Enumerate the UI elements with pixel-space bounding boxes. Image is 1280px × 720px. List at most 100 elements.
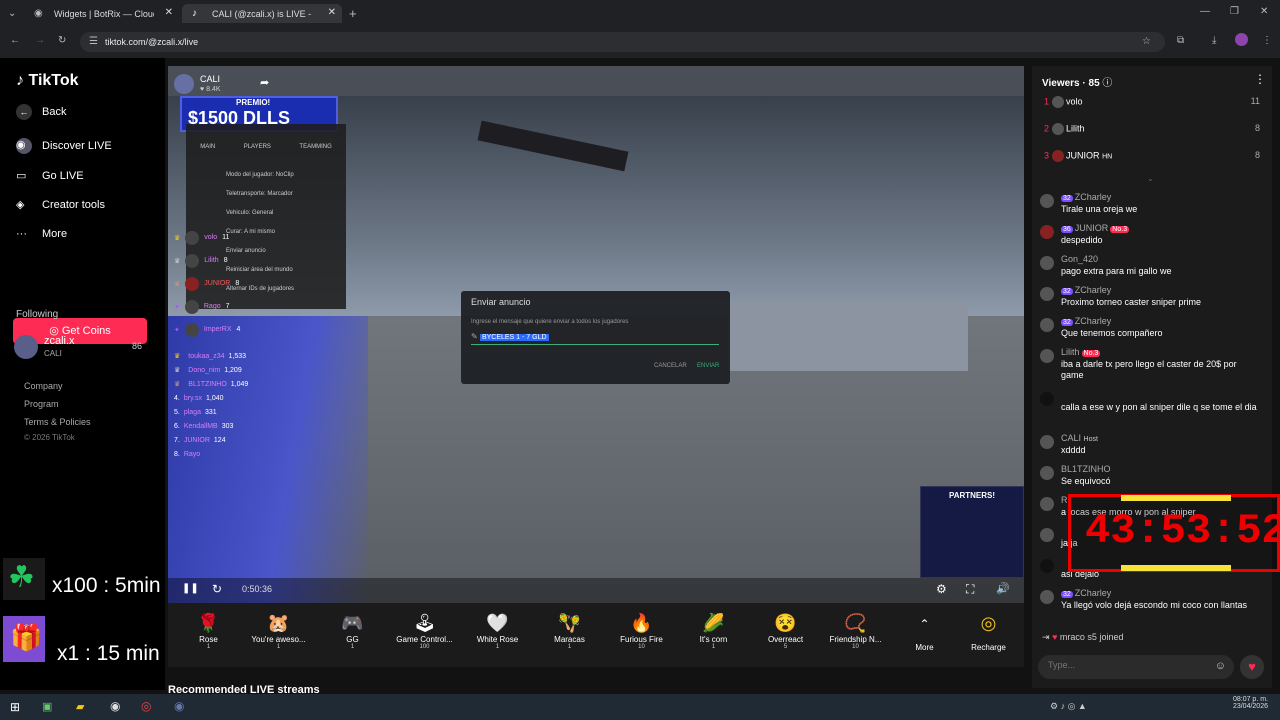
elapsed-time: 0:50:36 xyxy=(242,584,273,594)
download-icon[interactable]: ⤓ xyxy=(1212,35,1216,46)
panel-tab-players[interactable]: PLAYERS xyxy=(244,144,271,150)
leader-row: ♛ BL1TZINHO 1,049 xyxy=(174,380,249,389)
more-options-icon[interactable]: ⋮ xyxy=(1254,72,1266,86)
nav-go-live[interactable]: ▭ Go LIVE xyxy=(16,169,84,183)
like-heart-button[interactable]: ♥ xyxy=(1240,655,1264,679)
tiktok-favicon-icon: ♪ xyxy=(192,8,197,19)
clock[interactable]: 08:07 p. m. 23/04/2026 xyxy=(1228,696,1268,710)
chat-input[interactable]: ☺ xyxy=(1038,655,1234,679)
file-explorer-icon[interactable]: ▰ xyxy=(76,700,84,713)
system-tray-icons[interactable]: ⚙ ♪ ◎ ▲ xyxy=(1050,701,1087,712)
cancel-button[interactable]: CANCELAR xyxy=(654,363,687,369)
obs-icon[interactable]: ◉ xyxy=(174,699,184,713)
arrow-left-icon: ← xyxy=(16,104,32,120)
maximize-icon[interactable]: ❐ xyxy=(1230,6,1239,17)
minimize-icon[interactable]: — xyxy=(1200,6,1210,17)
gift-item[interactable]: 🐹 You're aweso... 1 xyxy=(246,613,311,650)
maracas-icon: 🪇 xyxy=(558,613,581,633)
site-info-icon[interactable]: ☰ xyxy=(89,32,98,52)
footer-copyright: © 2026 TikTok xyxy=(24,433,75,442)
gift-item[interactable]: 🌹 Rose 1 xyxy=(176,613,241,650)
close-tab-icon[interactable]: ✕ xyxy=(165,7,173,18)
recharge-button[interactable]: ◎ Recharge xyxy=(956,613,1021,652)
gift-box-icon: 🎁 xyxy=(3,616,45,662)
tiktok-logo-icon: ♪ xyxy=(16,72,24,89)
collapse-chevron-icon[interactable]: ⌄ xyxy=(1147,174,1154,183)
corn-icon: 🌽 xyxy=(702,613,725,633)
gift-item[interactable]: 🤍 White Rose 1 xyxy=(465,613,530,650)
gift-item[interactable]: 🌽 It's corn 1 xyxy=(681,613,746,650)
host-info[interactable]: CALI ♥ 8.4K xyxy=(172,72,272,98)
pause-icon[interactable]: ❚❚ xyxy=(182,583,199,594)
top-viewer-row[interactable]: 2 Lilith 8 xyxy=(1044,123,1260,137)
footer-company[interactable]: Company xyxy=(24,381,63,391)
clover-gift-icon: ☘ xyxy=(3,558,45,600)
browser-tab-active[interactable]: ♪ CALI (@zcali.x) is LIVE - Tik ✕ xyxy=(182,4,342,23)
panel-item[interactable]: Vehiculo: General xyxy=(226,204,294,223)
viewers-header[interactable]: Viewers · 85 ⓘ xyxy=(1042,74,1112,89)
leader-row: 5. plaga 331 xyxy=(174,408,217,416)
following-item[interactable]: zcali.x CALI 86 xyxy=(14,335,154,361)
tab-list-icon[interactable]: ⌄ xyxy=(8,8,16,19)
gift-item[interactable]: 🔥 Furious Fire 10 xyxy=(609,613,674,650)
nav-discover-live[interactable]: ◉ Discover LIVE xyxy=(16,138,112,154)
fullscreen-icon[interactable]: ⛶ xyxy=(966,582,974,597)
footer-program[interactable]: Program xyxy=(24,399,59,409)
app-icon[interactable]: ◉ xyxy=(110,699,120,713)
extensions-icon[interactable]: ⧉ xyxy=(1177,35,1184,46)
terminal-app-icon[interactable]: ▣ xyxy=(42,700,52,713)
nav-creator-tools[interactable]: ◈ Creator tools xyxy=(16,198,105,212)
avatar xyxy=(184,299,199,314)
friendship-necklace-icon: 📿 xyxy=(844,613,867,633)
emoji-icon[interactable]: ☺ xyxy=(1215,660,1226,672)
bookmark-star-icon[interactable]: ☆ xyxy=(1142,32,1151,52)
gift-item[interactable]: 🎮 GG 1 xyxy=(320,613,385,650)
host-avatar xyxy=(174,74,194,94)
windows-start-icon[interactable]: ⊞ xyxy=(10,700,20,714)
reload-icon[interactable]: ↻ xyxy=(58,35,66,46)
settings-icon[interactable]: ⚙ xyxy=(936,582,947,596)
volume-icon[interactable]: 🔊 xyxy=(996,582,1010,595)
leader-top-row: ♛ Lilith 8 xyxy=(168,249,348,272)
menu-icon[interactable]: ⋮ xyxy=(1262,35,1272,46)
avatar xyxy=(1040,225,1054,239)
profile-avatar[interactable] xyxy=(1235,33,1248,46)
send-button[interactable]: ENVIAR xyxy=(697,363,719,369)
gift-item[interactable]: 🕹 Game Control... 100 xyxy=(392,613,457,650)
browser-tab[interactable]: ◉ Widgets | BotRix — Cloud Stre ✕ xyxy=(24,4,179,23)
avatar xyxy=(14,335,38,359)
gift-item[interactable]: 🪇 Maracas 1 xyxy=(537,613,602,650)
chat-input-field[interactable] xyxy=(1048,660,1198,670)
back-button[interactable]: ← Back xyxy=(16,104,66,120)
panel-item[interactable]: Teletransporte: Marcador xyxy=(226,185,294,204)
announcement-input[interactable]: ✎ BYCELES 1 - 7 GLD xyxy=(471,332,719,345)
panel-tab-main[interactable]: MAIN xyxy=(200,144,215,150)
close-window-icon[interactable]: ✕ xyxy=(1260,6,1268,17)
gift-item[interactable]: 📿 Friendship N... 10 xyxy=(823,613,888,650)
panel-tab-teaming[interactable]: TEAMMING xyxy=(299,144,331,150)
close-tab-icon[interactable]: ✕ xyxy=(328,7,336,18)
footer-terms[interactable]: Terms & Policies xyxy=(24,417,91,427)
new-tab-icon[interactable]: + xyxy=(349,6,357,21)
panel-item[interactable]: Modo del jugador: NoClip xyxy=(226,166,294,185)
warehouse xyxy=(728,301,968,371)
browser-chrome: ⌄ ◉ Widgets | BotRix — Cloud Stre ✕ ♪ CA… xyxy=(0,0,1280,58)
live-video-player[interactable]: CALI ♥ 8.4K ➦ PREMIO! $1500 DLLS MAIN PL… xyxy=(168,66,1024,603)
address-bar[interactable]: ☰ tiktok.com/@zcali.x/live ☆ xyxy=(80,32,1165,52)
forward-icon[interactable]: → xyxy=(35,35,45,46)
top-viewer-row[interactable]: 1 volo 11 xyxy=(1044,96,1260,110)
avatar xyxy=(1040,497,1054,511)
nav-more[interactable]: ··· More xyxy=(16,228,67,240)
share-icon[interactable]: ➦ xyxy=(260,76,269,89)
tiktok-logo[interactable]: ♪ TikTok xyxy=(16,72,79,90)
avatar xyxy=(1040,466,1054,480)
leader-row: 4. bry.sx 1,040 xyxy=(174,394,224,402)
gift-item[interactable]: 😵 Overreact 5 xyxy=(753,613,818,650)
announcement-dialog: Enviar anuncio Ingrese el mensaje que qu… xyxy=(461,291,730,384)
tab-favicon-icon: ◉ xyxy=(34,8,43,19)
top-viewer-row[interactable]: 3 JUNIOR HN 8 xyxy=(1044,150,1260,164)
refresh-icon[interactable]: ↻ xyxy=(212,582,222,596)
chrome-icon[interactable]: ◎ xyxy=(141,699,151,713)
gift-more-button[interactable]: ⌃ More xyxy=(892,613,957,652)
back-icon[interactable]: ← xyxy=(10,35,20,46)
